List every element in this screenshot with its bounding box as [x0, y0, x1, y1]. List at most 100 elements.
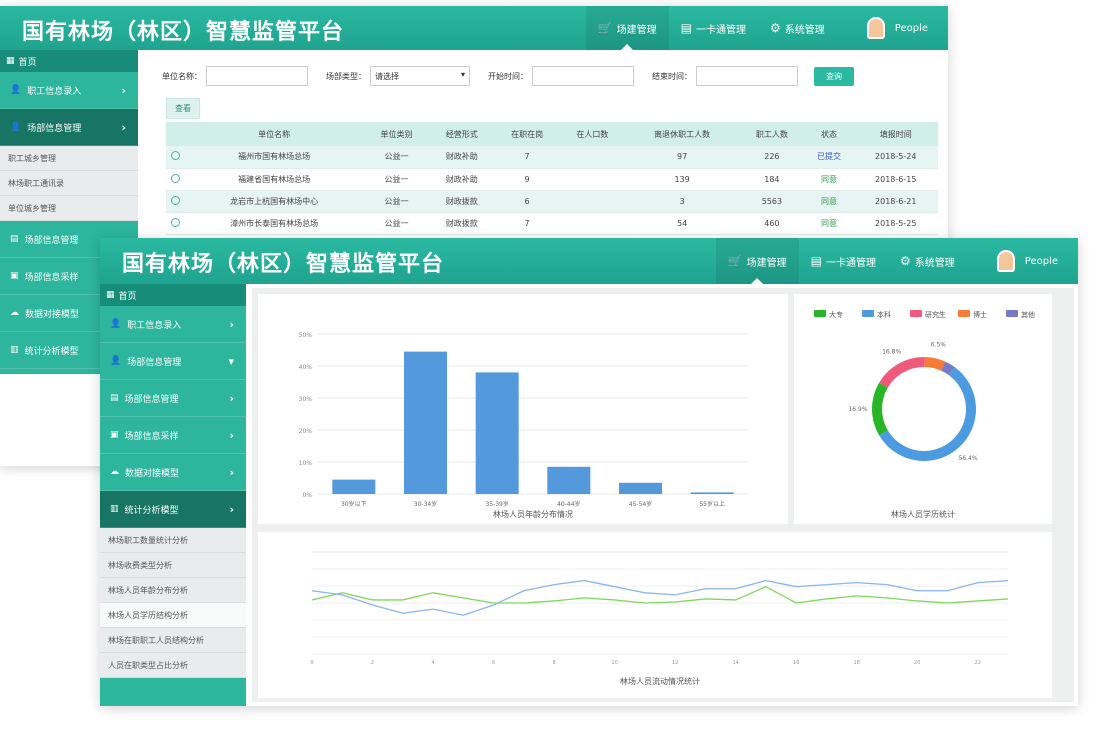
y-tick-label: 0%: [302, 492, 312, 499]
table-cell: 漳州市长泰国有林场总场: [184, 212, 364, 235]
chevron-right-icon: ›: [121, 83, 126, 97]
table-row[interactable]: 福州市国有林场总场 公益一 财政补助 7 97 226 已提交 2018-5-24: [166, 146, 938, 169]
sidebar-item[interactable]: 👤 职工信息录入 ›: [0, 72, 138, 109]
user-menu[interactable]: People: [967, 238, 1078, 284]
sidebar-item[interactable]: ▤ 场部信息管理 ›: [100, 380, 246, 417]
nav-label: 系统管理: [914, 257, 955, 269]
gear-icon: ⚙: [770, 21, 781, 35]
cloud-icon: ☁: [10, 308, 19, 318]
cloud-icon: ☁: [110, 467, 119, 477]
donut-slice: [872, 382, 888, 436]
table-row[interactable]: 漳州市长泰国有林场总场 公益一 财政拨款 7 54 460 同意 2018-5-25: [166, 212, 938, 235]
sidebar-item-label: 数据对接模型: [125, 468, 180, 479]
circle-check-icon[interactable]: [170, 151, 180, 161]
submenu-item[interactable]: 林场职工通讯录: [0, 171, 138, 196]
table-cell: [559, 212, 626, 235]
sidebar-item[interactable]: 👤 职工信息录入 ›: [100, 306, 246, 343]
sidebar-item[interactable]: 👤 场部信息管理 ›: [0, 109, 138, 146]
table-cell: 公益一: [363, 212, 430, 235]
status-badge: 已提交: [804, 146, 854, 169]
sidebar-home[interactable]: ▦ 首页: [0, 50, 138, 72]
slice-label: 6.5%: [931, 342, 947, 349]
submenu-item[interactable]: 林场人员学历结构分析: [100, 603, 246, 628]
column-header: 状态: [804, 122, 854, 146]
type-select[interactable]: 请选择: [370, 66, 470, 86]
submenu-item[interactable]: 单位城乡管理: [0, 196, 138, 221]
grid-icon: ▦: [106, 290, 115, 300]
nav-item-1[interactable]: ▤ 一卡通管理: [799, 238, 888, 284]
chart-caption: 林场人员学历统计: [891, 509, 955, 519]
submenu: 职工城乡管理 林场职工通讯录 单位城乡管理: [0, 146, 138, 221]
table-row[interactable]: 福建省国有林场总场 公益一 财政补助 9 139 184 同意 2018-6-15: [166, 168, 938, 191]
circle-check-icon[interactable]: [170, 217, 180, 227]
row-checkbox[interactable]: [166, 168, 185, 191]
line-chart-panel: 0 2 4 6 8 10 12 14 16 18 20 22 林场人员流动情况统计: [258, 532, 1052, 698]
table-cell: 460: [739, 212, 805, 235]
bar: [332, 479, 376, 494]
donut-chart: 大专 本科 研究生 博士 其他 16.8% 6.5% 56.4% 16.9% 林场人员学历统计: [814, 310, 1035, 519]
submenu-item[interactable]: 林场职工数量统计分析: [100, 528, 246, 553]
x-tick-label: 20: [914, 660, 920, 666]
submenu-item[interactable]: 林场在职职工人员结构分析: [100, 628, 246, 653]
dashboard: 0% 10% 20% 30% 40% 50% 30岁以下 30-34岁 35-39岁 40-44岁…: [252, 288, 1074, 702]
row-checkbox[interactable]: [166, 146, 185, 169]
start-time-input[interactable]: [532, 66, 634, 86]
x-tick-label: 45-54岁: [629, 500, 652, 508]
submenu-item[interactable]: 林场收费类型分析: [100, 553, 246, 578]
sidebar-item[interactable]: ▣ 场部信息采样 ›: [100, 417, 246, 454]
x-tick-label: 30岁以下: [341, 500, 367, 508]
search-label: 单位名称：: [162, 71, 202, 81]
search-bar: 单位名称： 场部类型： 请选择 开始时间： 结束时间： 查询: [144, 64, 944, 88]
table-cell: [559, 190, 626, 213]
bar: [475, 372, 519, 494]
table-cell: 184: [739, 168, 805, 191]
table-cell: 财政拨款: [429, 190, 495, 213]
legend-label: 大专: [829, 310, 843, 319]
nav-item-0[interactable]: 🛒 场建管理: [585, 6, 669, 50]
sidebar-item-label: 数据对接模型: [25, 309, 80, 320]
user-menu[interactable]: People: [837, 6, 948, 50]
sidebar-item[interactable]: ▥ 统计分析模型 ›: [100, 491, 246, 528]
nav-item-2[interactable]: ⚙ 系统管理: [758, 6, 837, 50]
circle-check-icon[interactable]: [170, 195, 180, 205]
cart-icon: 🛒: [727, 254, 743, 268]
sidebar-home[interactable]: ▦ 首页: [100, 284, 246, 306]
view-tab[interactable]: 查看: [166, 98, 200, 119]
table-body: 福州市国有林场总场 公益一 财政补助 7 97 226 已提交 2018-5-24 福建省国有林…: [166, 146, 938, 235]
table-cell: [559, 146, 626, 169]
chevron-right-icon: ›: [229, 391, 234, 405]
building-icon: ▣: [10, 271, 19, 281]
data-table: 单位名称 单位类别 经营形式 在职在岗 在人口数 离退休职工人数 职工人数 状态 填报时间 福州…: [166, 122, 938, 235]
table-cell: 2018-6-21: [853, 190, 938, 213]
circle-check-icon[interactable]: [170, 173, 180, 183]
avatar: [866, 17, 885, 39]
column-header: 在职在岗: [494, 122, 560, 146]
x-tick-label: 2: [371, 660, 374, 666]
x-tick-label: 30-34岁: [414, 500, 437, 508]
submenu-item[interactable]: 人员在职类型占比分析: [100, 653, 246, 678]
nav-item-0[interactable]: 🛒 场建管理: [715, 238, 799, 284]
user-icon: 👤: [110, 356, 122, 366]
line-chart: 0 2 4 6 8 10 12 14 16 18 20 22 林场人员流动情况统计: [310, 551, 1009, 686]
query-button[interactable]: 查询: [814, 66, 854, 86]
sidebar-item-label: 场部信息采样: [24, 272, 79, 283]
top-nav: 🛒 场建管理 ▤ 一卡通管理 ⚙ 系统管理 People: [715, 238, 1078, 284]
row-checkbox[interactable]: [166, 190, 185, 213]
user-icon: 👤: [10, 122, 22, 132]
user-icon: 👤: [110, 319, 122, 329]
chart-icon: ▥: [110, 504, 119, 514]
submenu-item[interactable]: 林场人员年龄分布分析: [100, 578, 246, 603]
x-tick-label: 35-39岁: [485, 500, 508, 508]
table-row[interactable]: 龙岩市上杭国有林场中心 公益一 财政拨款 6 3 5563 同意 2018-6-21: [166, 190, 938, 213]
row-checkbox[interactable]: [166, 212, 185, 235]
sidebar-item-label: 统计分析模型: [24, 346, 79, 357]
nav-item-2[interactable]: ⚙ 系统管理: [888, 238, 967, 284]
pie-chart-panel: 大专 本科 研究生 博士 其他 16.8% 6.5% 56.4% 16.9% 林场人员学历统计: [794, 294, 1052, 524]
unit-name-input[interactable]: [206, 66, 308, 86]
y-tick-label: 40%: [299, 364, 313, 371]
end-time-input[interactable]: [696, 66, 798, 86]
submenu-item[interactable]: 职工城乡管理: [0, 146, 138, 171]
sidebar-item[interactable]: 👤 场部信息管理 ▾: [100, 343, 246, 380]
sidebar-item[interactable]: ☁ 数据对接模型 ›: [100, 454, 246, 491]
nav-item-1[interactable]: ▤ 一卡通管理: [669, 6, 758, 50]
